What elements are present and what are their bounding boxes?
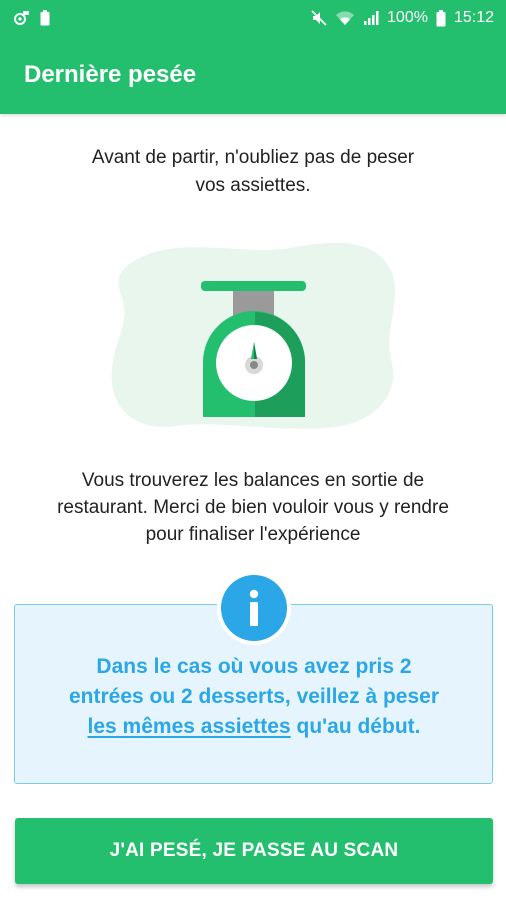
settings-bug-icon	[12, 10, 30, 26]
status-bar-left	[12, 10, 50, 26]
battery-percent: 100%	[387, 9, 428, 26]
intro-line-1: Avant de partir, n'oubliez pas de peser	[91, 147, 415, 168]
battery-small-icon	[40, 10, 50, 26]
info-line-1: Dans le cas où vous avez pris 2	[96, 655, 412, 678]
battery-icon	[436, 9, 446, 27]
instructions-text: Vous trouverez les balances en sortie de…	[16, 467, 490, 548]
instructions-line-1: Vous trouverez les balances en sortie de	[81, 470, 425, 491]
intro-text: Avant de partir, n'oubliez pas de peser …	[40, 144, 466, 200]
instructions-line-2: restaurant. Merci de bien vouloir vous y…	[57, 497, 449, 518]
scale-illustration	[100, 228, 406, 438]
info-text: Dans le cas où vous avez pris 2 entrées …	[30, 652, 478, 742]
page-title: Dernière pesée	[24, 61, 197, 88]
signal-icon	[363, 10, 379, 26]
status-bar: 100% 15:12	[0, 0, 506, 36]
mute-icon	[311, 10, 327, 26]
info-line-3: les mêmes assiettes qu'au début.	[30, 712, 478, 742]
weighed-go-to-scan-button[interactable]: J'AI PESÉ, JE PASSE AU SCAN	[15, 818, 493, 884]
info-line-3-rest: qu'au début.	[290, 715, 421, 738]
wifi-icon	[335, 10, 355, 26]
status-bar-right: 100% 15:12	[311, 9, 494, 27]
info-link-same-plates[interactable]: les mêmes assiettes	[88, 715, 291, 738]
instructions-line-3: pour finaliser l'expérience	[145, 524, 361, 545]
app-bar: Dernière pesée	[0, 36, 506, 114]
status-time: 15:12	[453, 9, 494, 26]
info-icon-circle	[221, 575, 287, 641]
intro-line-2: vos assiettes.	[195, 175, 311, 196]
info-icon	[217, 571, 291, 645]
info-line-2: entrées ou 2 desserts, veillez à peser	[68, 685, 440, 708]
